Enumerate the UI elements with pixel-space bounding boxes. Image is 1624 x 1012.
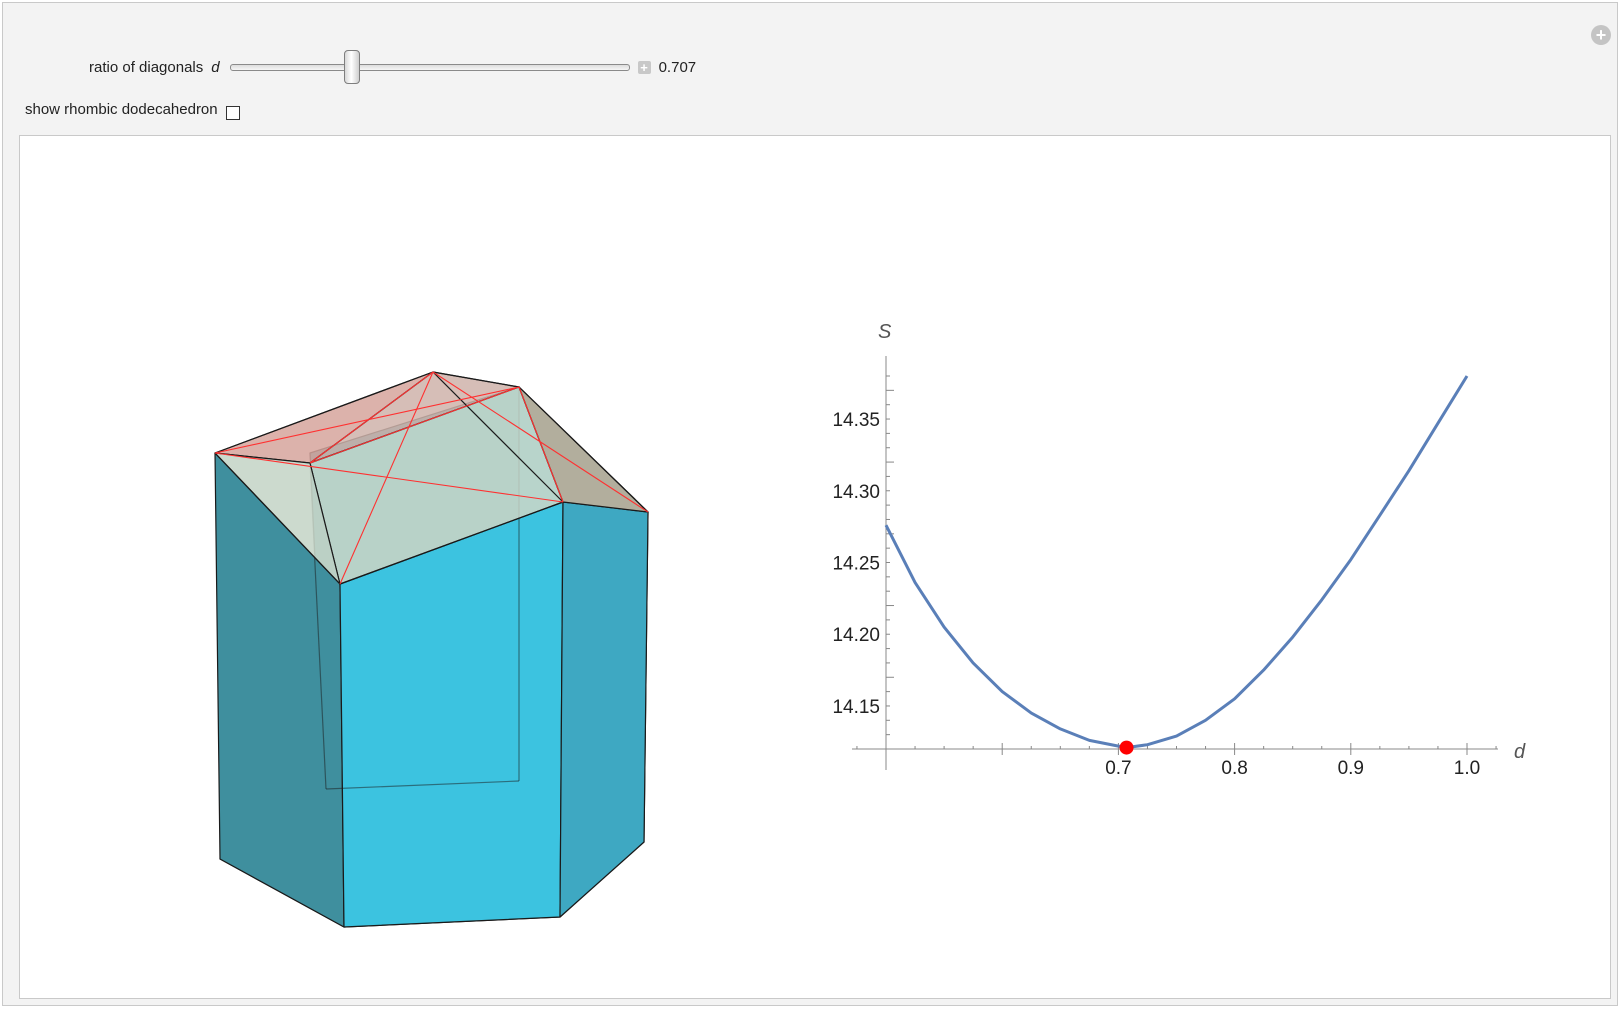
slider-expand-icon[interactable]: + bbox=[637, 60, 651, 74]
checkbox-row: show rhombic dodecahedron bbox=[25, 98, 240, 120]
y-tick-label: 14.30 bbox=[832, 482, 880, 503]
surface-area-curve bbox=[884, 375, 1469, 750]
y-tick-label: 14.15 bbox=[832, 697, 880, 718]
slider-thumb[interactable] bbox=[344, 50, 361, 84]
x-tick-label: 1.0 bbox=[1454, 758, 1480, 779]
slider-label: ratio of diagonals bbox=[89, 58, 204, 76]
x-axis-title: d bbox=[1514, 741, 1526, 763]
manipulate-frame: ratio of diagonals d + 0.707 show rhombi… bbox=[2, 2, 1618, 1006]
x-tick-label: 0.8 bbox=[1221, 758, 1247, 779]
options-plus-icon[interactable]: + bbox=[1591, 25, 1611, 45]
diagonal-ratio-slider[interactable] bbox=[229, 50, 630, 84]
checkbox-label: show rhombic dodecahedron bbox=[25, 100, 218, 118]
x-tick-label: 0.9 bbox=[1338, 758, 1364, 779]
x-tick-label: 0.7 bbox=[1105, 758, 1131, 779]
slider-variable: d bbox=[211, 58, 220, 76]
prism-right-face bbox=[559, 501, 649, 918]
y-tick-label: 14.35 bbox=[832, 410, 880, 431]
current-d-marker bbox=[1119, 740, 1134, 755]
y-tick-label: 14.25 bbox=[832, 554, 880, 575]
slider-value: 0.707 bbox=[658, 58, 697, 76]
y-tick-label: 14.20 bbox=[832, 625, 880, 646]
slider-track[interactable] bbox=[229, 64, 630, 71]
y-axis-title: S bbox=[878, 321, 892, 343]
output-graphics: 0.7 0.8 0.9 1.0 14.15 14.20 14.25 14.30 14.35 d S bbox=[214, 321, 1526, 928]
output-panel: 0.7 0.8 0.9 1.0 14.15 14.20 14.25 14.30 14.35 d S bbox=[19, 135, 1611, 999]
prism-3d-view[interactable] bbox=[214, 371, 649, 928]
show-rhombic-dodecahedron-checkbox[interactable] bbox=[225, 106, 240, 120]
slider-row: ratio of diagonals d + 0.707 bbox=[89, 50, 697, 84]
surface-area-plot: 0.7 0.8 0.9 1.0 14.15 14.20 14.25 14.30 14.35 d S bbox=[832, 321, 1526, 779]
